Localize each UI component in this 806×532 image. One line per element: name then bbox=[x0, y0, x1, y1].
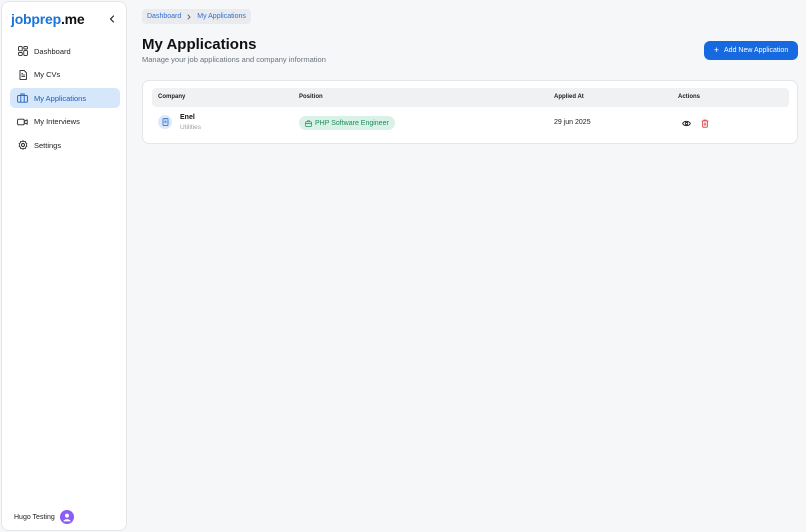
sidebar-item-my-applications[interactable]: My Applications bbox=[10, 88, 120, 108]
sidebar-item-label: My Interviews bbox=[34, 117, 80, 126]
trash-icon bbox=[701, 119, 709, 128]
view-button[interactable] bbox=[681, 118, 691, 128]
user-name: Hugo Testing bbox=[14, 513, 55, 521]
plus-icon: + bbox=[713, 45, 720, 55]
page-subtitle: Manage your job applications and company… bbox=[142, 55, 326, 64]
column-header-position[interactable]: Position bbox=[299, 94, 323, 100]
company-name: Enel bbox=[180, 114, 195, 121]
breadcrumb-current: My Applications bbox=[197, 13, 246, 20]
company-sector: Utilities bbox=[180, 124, 201, 131]
dashboard-icon bbox=[17, 46, 28, 57]
video-icon bbox=[17, 116, 28, 127]
logo-text-primary: jobprep bbox=[11, 11, 61, 27]
column-header-applied-at[interactable]: Applied At bbox=[554, 94, 584, 100]
sidebar-item-label: Dashboard bbox=[34, 46, 71, 56]
chevron-right-icon bbox=[186, 14, 192, 20]
position-badge: PHP Software Engineer bbox=[299, 116, 395, 130]
briefcase-icon bbox=[17, 93, 28, 104]
sidebar-item-my-cvs[interactable]: My CVs bbox=[10, 65, 120, 85]
avatar[interactable] bbox=[59, 510, 74, 524]
company-icon bbox=[158, 115, 172, 129]
eye-icon bbox=[681, 120, 691, 126]
applied-date: 29 jun 2025 bbox=[554, 119, 591, 126]
user-profile[interactable]: Hugo Testing bbox=[14, 510, 74, 524]
user-icon bbox=[63, 513, 71, 522]
logo-text-secondary: .me bbox=[60, 11, 85, 27]
document-icon bbox=[17, 69, 28, 80]
sidebar-item-label: Settings bbox=[34, 140, 62, 150]
app-logo[interactable]: jobprep.me bbox=[11, 11, 85, 27]
delete-button[interactable] bbox=[700, 118, 710, 128]
breadcrumb-dashboard-link[interactable]: Dashboard bbox=[147, 13, 181, 20]
sidebar-item-label: My CVs bbox=[34, 70, 61, 79]
add-button-label: Add New Application bbox=[724, 47, 789, 54]
sidebar-item-settings[interactable]: Settings bbox=[10, 135, 120, 155]
position-label: PHP Software Engineer bbox=[315, 119, 389, 127]
sidebar-item-my-interviews[interactable]: My Interviews bbox=[10, 112, 120, 132]
collapse-sidebar-button[interactable] bbox=[106, 13, 118, 25]
add-new-application-button[interactable]: + Add New Application bbox=[704, 41, 798, 60]
sidebar-item-label: My Applications bbox=[34, 93, 87, 103]
sidebar-item-dashboard[interactable]: Dashboard bbox=[10, 41, 120, 61]
sidebar: jobprep.me Dashboard My CVs My Applicati… bbox=[1, 1, 127, 531]
chevron-left-icon bbox=[109, 15, 115, 23]
column-header-actions: Actions bbox=[678, 94, 701, 100]
briefcase-icon bbox=[305, 119, 312, 127]
table-row[interactable]: Enel Utilities PHP Software Engineer 29 … bbox=[152, 109, 789, 139]
breadcrumb: Dashboard My Applications bbox=[142, 9, 251, 24]
sidebar-nav: Dashboard My CVs My Applications My Inte… bbox=[10, 41, 120, 159]
table-header: Company Position Applied At Actions bbox=[152, 88, 789, 107]
column-header-company[interactable]: Company bbox=[158, 94, 185, 100]
page-title: My Applications bbox=[142, 36, 257, 53]
gear-icon bbox=[17, 140, 28, 151]
applications-table-card: Company Position Applied At Actions Enel… bbox=[142, 80, 798, 144]
